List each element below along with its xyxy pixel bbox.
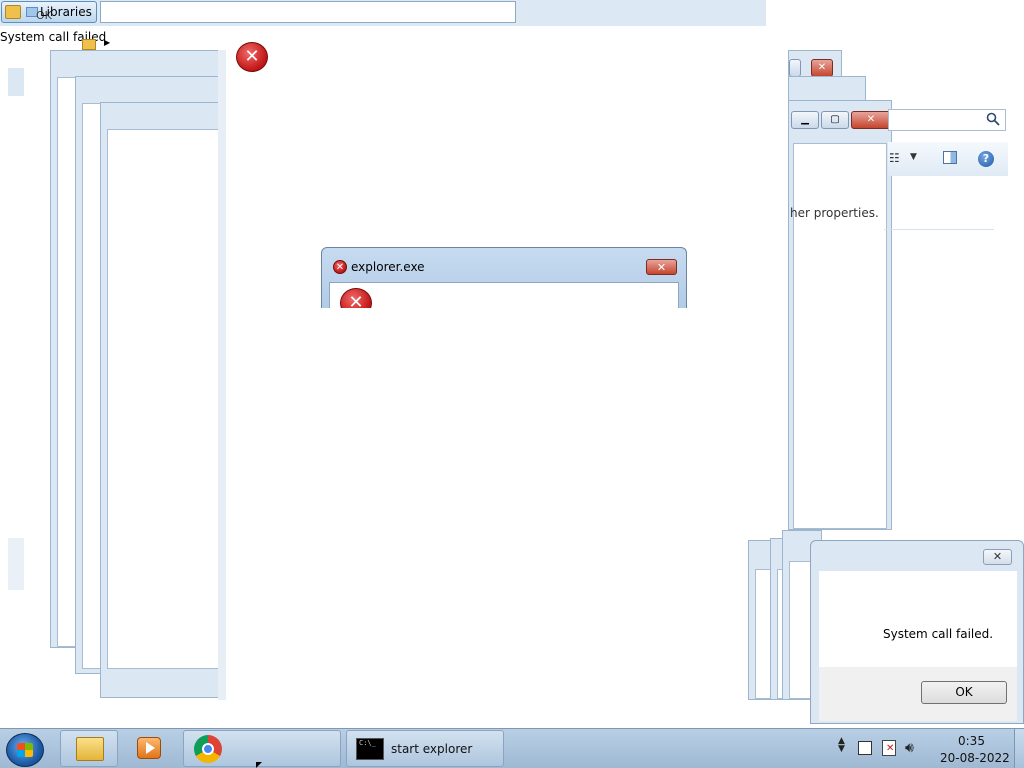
views-icon[interactable]: ☷ [889,151,900,165]
command-prompt-icon: C:\_ [356,738,384,760]
chevron-right-icon[interactable]: ▶ [104,38,110,47]
ok-button[interactable]: OK [921,681,1007,704]
search-icon[interactable] [986,112,1000,126]
maximize-button[interactable]: ▢ [821,111,849,129]
minimize-button[interactable]: ▁ [791,111,819,129]
error-window-frame [100,102,222,698]
address-bar[interactable] [100,1,516,23]
scrollbar-fragment [8,68,24,96]
start-button[interactable] [6,733,44,767]
system-call-failed-dialog: ✕ System call failed. OK [810,540,1024,724]
libraries-button[interactable]: OK Libraries [1,1,97,23]
details-pane-text: her properties. [790,206,879,220]
libraries-label: Libraries [40,5,92,19]
media-player-icon [137,737,161,759]
libraries-icon [5,5,21,19]
clock-time[interactable]: 0:35 [958,734,985,748]
mouse-cursor-icon [256,762,262,768]
close-button[interactable]: ✕ [811,59,833,77]
windows-logo-icon [17,743,33,757]
taskbar-media-player-button[interactable] [120,730,178,767]
error-icon: ✕ [236,42,268,72]
divider [884,229,994,230]
chevron-down-icon[interactable]: ▼ [910,152,917,162]
help-icon[interactable]: ? [978,151,994,167]
taskbar-cmd-label: start explorer [391,742,473,756]
chrome-icon [194,735,222,763]
close-button[interactable]: ✕ [983,549,1012,565]
explorer-error-dialog: ✕ explorer.exe ✕ ✕ [321,247,687,308]
error-icon: ✕ [333,260,347,274]
dialog-body: ✕ [329,282,679,308]
close-button[interactable]: ✕ [851,111,891,129]
window-body [793,143,887,529]
window-body [107,129,219,669]
scrollbar-fragment [8,538,24,590]
dialog-message: System call failed. [883,627,994,641]
dialog-title: explorer.exe [351,260,425,274]
restore-button[interactable] [789,59,801,77]
taskbar-chrome-button[interactable] [183,730,341,767]
show-hidden-icons-icon[interactable]: ▲ ▼ [838,737,845,754]
window-edge [218,50,226,700]
close-button[interactable]: ✕ [646,259,677,275]
error-icon: ✕ [340,288,372,308]
folder-icon [82,39,96,50]
taskbar-explorer-button[interactable] [60,730,118,767]
network-icon[interactable] [858,741,872,755]
preview-pane-icon[interactable] [943,151,957,164]
action-center-flag-icon[interactable] [882,740,896,756]
volume-icon[interactable]: 🔊︎ [905,740,914,756]
explorer-window-frame: ▁ ▢ ✕ [788,100,892,530]
clock-date[interactable]: 20-08-2022 [940,751,1010,765]
folder-icon [76,737,104,761]
show-desktop-button[interactable] [1014,729,1024,768]
taskbar-cmd-button[interactable]: C:\_ start explorer [346,730,504,767]
